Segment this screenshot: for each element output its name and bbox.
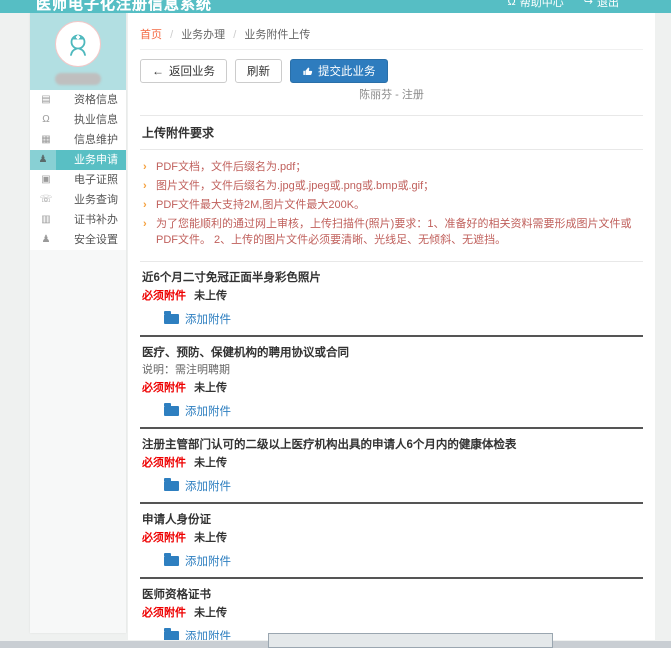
sidebar-item-qualification-info[interactable]: ▤ 资格信息 [30, 90, 126, 110]
main-content: 首页 / 业务办理 / 业务附件上传 ← 返回业务 刷新 提交此业务 陈丽芬 - [128, 13, 655, 640]
doctor-avatar-icon [63, 29, 93, 59]
sidebar-item-electronic-certificate[interactable]: ▣ 电子证照 [30, 170, 126, 190]
sidebar-item-practice-info[interactable]: Ω 执业信息 [30, 110, 126, 130]
sidebar-item-security-settings[interactable]: ♟ 安全设置 [30, 230, 126, 250]
clipped-footer-element [268, 633, 553, 648]
status-not-uploaded: 未上传 [194, 290, 227, 302]
applicant-context-label: 陈丽芬 - 注册 [140, 86, 643, 102]
folder-icon [164, 556, 179, 566]
breadcrumb-home[interactable]: 首页 [140, 29, 162, 41]
sidebar: ▤ 资格信息 Ω 执业信息 ▦ 信息维护 ♟ 业务申请 ▣ 电子证照 ☏ 业务查… [30, 13, 126, 633]
logout-icon: ↪ [584, 0, 593, 8]
requirement-item: › PDF文档，文件后缀名为.pdf； [142, 159, 641, 175]
person-icon: ♟ [30, 150, 56, 170]
requirements-list: › PDF文档，文件后缀名为.pdf； › 图片文件，文件后缀名为.jpg或.j… [140, 150, 643, 262]
status-not-uploaded: 未上传 [194, 457, 227, 469]
top-header-bar: 医师电子化注册信息系统 Ω 帮助中心 ↪ 退出 [0, 0, 671, 13]
attachment-section-photo: 近6个月二寸免冠正面半身彩色照片 必须附件 未上传 添加附件 [140, 262, 643, 337]
required-badge: 必须附件 [142, 532, 186, 544]
folder-icon [164, 406, 179, 416]
logout-link[interactable]: ↪ 退出 [584, 0, 619, 10]
avatar [55, 21, 101, 67]
app-title: 医师电子化注册信息系统 [36, 0, 212, 13]
sidebar-item-info-maintenance[interactable]: ▦ 信息维护 [30, 130, 126, 150]
required-badge: 必须附件 [142, 607, 186, 619]
notebook-icon: ▥ [38, 210, 54, 230]
breadcrumb-separator: / [170, 29, 173, 41]
left-arrow-icon: ← [152, 65, 164, 77]
sidebar-item-business-application[interactable]: ♟ 业务申请 [30, 150, 126, 170]
attachment-section-id-card: 申请人身份证 必须附件 未上传 添加附件 [140, 504, 643, 579]
folder-icon [164, 314, 179, 324]
card-icon: ▣ [38, 170, 54, 190]
refresh-button[interactable]: 刷新 [235, 59, 282, 83]
chevron-right-icon: › [143, 178, 147, 194]
add-attachment-button[interactable]: 添加附件 [164, 311, 231, 327]
chevron-right-icon: › [143, 216, 147, 232]
requirements-title: 上传附件要求 [140, 116, 643, 150]
submit-business-button[interactable]: 提交此业务 [290, 59, 388, 83]
sidebar-profile [30, 13, 126, 90]
breadcrumb-separator: / [233, 29, 236, 41]
required-badge: 必须附件 [142, 457, 186, 469]
breadcrumb: 首页 / 业务办理 / 业务附件上传 [140, 13, 643, 50]
requirement-item: › PDF文件最大支持2M,图片文件最大200K。 [142, 197, 641, 213]
attachment-section-health-checkup: 注册主管部门认可的二级以上医疗机构出具的申请人6个月内的健康体检表 必须附件 未… [140, 429, 643, 504]
sidebar-item-certificate-reissue[interactable]: ▥ 证书补办 [30, 210, 126, 230]
add-attachment-button[interactable]: 添加附件 [164, 628, 231, 640]
requirement-item: › 图片文件，文件后缀名为.jpg或.jpeg或.png或.bmp或.gif； [142, 178, 641, 194]
breadcrumb-business-handling[interactable]: 业务办理 [181, 29, 225, 41]
status-not-uploaded: 未上传 [194, 382, 227, 394]
add-attachment-button[interactable]: 添加附件 [164, 478, 231, 494]
user-name-redacted [55, 73, 101, 85]
attachment-section-qualification-certificate: 医师资格证书 必须附件 未上传 添加附件 [140, 579, 643, 640]
thumbs-up-icon [302, 66, 313, 77]
sidebar-menu: ▤ 资格信息 Ω 执业信息 ▦ 信息维护 ♟ 业务申请 ▣ 电子证照 ☏ 业务查… [30, 90, 126, 250]
headset-icon: Ω [508, 0, 516, 8]
add-attachment-button[interactable]: 添加附件 [164, 403, 231, 419]
chevron-right-icon: › [143, 197, 147, 213]
required-badge: 必须附件 [142, 382, 186, 394]
help-center-label: 帮助中心 [520, 0, 564, 10]
chevron-right-icon: › [143, 159, 147, 175]
app-window: 医师电子化注册信息系统 Ω 帮助中心 ↪ 退出 [0, 0, 671, 648]
headset-icon: Ω [38, 110, 54, 130]
status-not-uploaded: 未上传 [194, 607, 227, 619]
back-to-business-button[interactable]: ← 返回业务 [140, 59, 227, 83]
attachment-section-employment-contract: 医疗、预防、保健机构的聘用协议或合同 说明：需注明聘期 必须附件 未上传 添加附… [140, 337, 643, 429]
image-icon: ▦ [38, 130, 54, 150]
folder-icon [164, 631, 179, 640]
upload-requirements-panel: 上传附件要求 › PDF文档，文件后缀名为.pdf； › 图片文件，文件后缀名为… [140, 115, 643, 262]
document-icon: ▤ [38, 90, 54, 110]
requirement-item: › 为了您能顺利的通过网上审核，上传扫描件(照片)要求：1、准备好的相关资料需要… [142, 216, 641, 248]
help-center-link[interactable]: Ω 帮助中心 [508, 0, 564, 10]
breadcrumb-current-page: 业务附件上传 [244, 29, 310, 41]
required-badge: 必须附件 [142, 290, 186, 302]
add-attachment-button[interactable]: 添加附件 [164, 553, 231, 569]
sidebar-item-business-query[interactable]: ☏ 业务查询 [30, 190, 126, 210]
header-actions: Ω 帮助中心 ↪ 退出 [508, 0, 619, 10]
section-note: 说明：需注明聘期 [142, 363, 641, 378]
folder-icon [164, 481, 179, 491]
user-icon: ♟ [38, 230, 54, 250]
status-not-uploaded: 未上传 [194, 532, 227, 544]
toolbar: ← 返回业务 刷新 提交此业务 [140, 59, 643, 83]
logout-label: 退出 [597, 0, 619, 10]
phone-icon: ☏ [38, 190, 54, 210]
